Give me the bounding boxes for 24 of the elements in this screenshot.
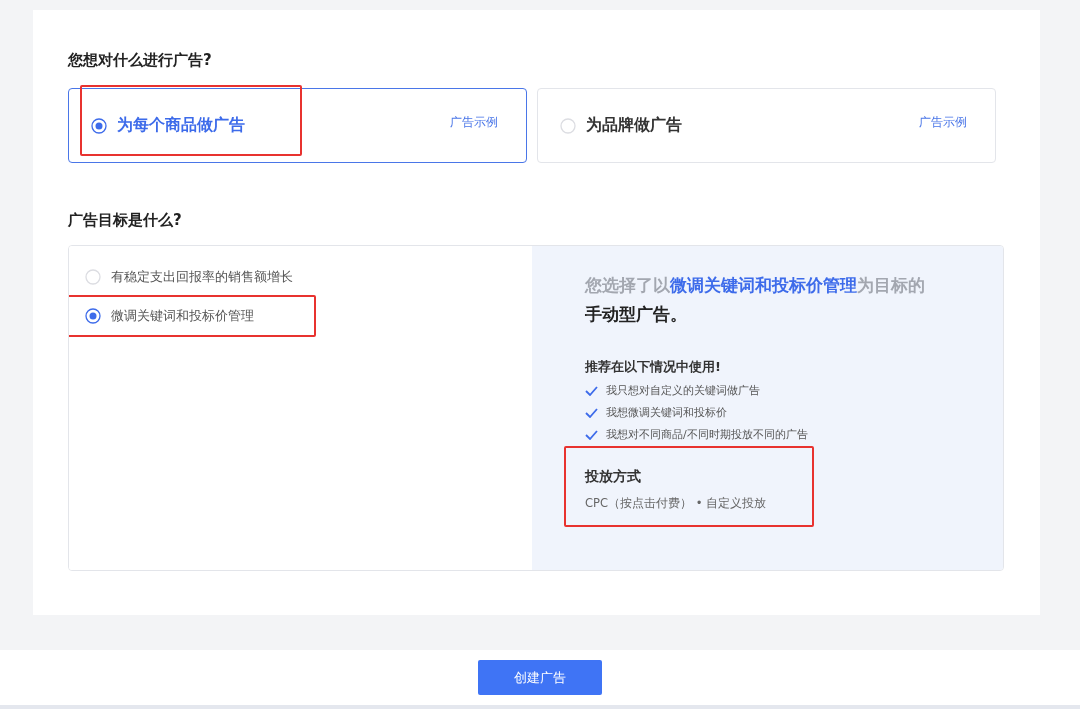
delivery-heading: 投放方式 <box>585 468 642 486</box>
check-icon <box>585 407 598 418</box>
section-heading: 广告目标是什么? <box>68 211 183 230</box>
recommendation-text: 我想对不同商品/不同时期投放不同的广告 <box>606 427 808 442</box>
goal-option-label[interactable]: 微调关键词和投标价管理 <box>111 306 254 325</box>
option-label: 为每个商品做广告 <box>117 115 246 136</box>
summary-text: 您选择了以微调关键词和投标价管理为目标的 <box>585 274 926 297</box>
check-icon <box>585 429 598 440</box>
example-link[interactable]: 广告示例 <box>450 114 498 131</box>
recommendation-text: 我想微调关键词和投标价 <box>606 405 727 420</box>
recommend-heading: 推荐在以下情况中使用! <box>585 358 722 376</box>
option-card[interactable]: 为每个商品做广告 广告示例 <box>68 88 527 163</box>
summary-text: 手动型广告。 <box>585 303 688 326</box>
create-ad-button[interactable]: 创建广告 <box>478 660 602 695</box>
radio-button[interactable] <box>85 307 101 324</box>
option-card[interactable]: 为品牌做广告 广告示例 <box>537 88 996 163</box>
goal-option-label[interactable]: 有稳定支出回报率的销售额增长 <box>111 267 293 286</box>
check-icon <box>585 385 598 396</box>
example-link[interactable]: 广告示例 <box>919 114 967 131</box>
radio-button[interactable] <box>91 117 107 134</box>
section-heading: 您想对什么进行广告? <box>68 51 213 70</box>
delivery-value: CPC（按点击付费） • 自定义投放 <box>585 496 768 511</box>
recommendation-text: 我只想对自定义的关键词做广告 <box>606 383 760 398</box>
option-label: 为品牌做广告 <box>586 115 683 136</box>
